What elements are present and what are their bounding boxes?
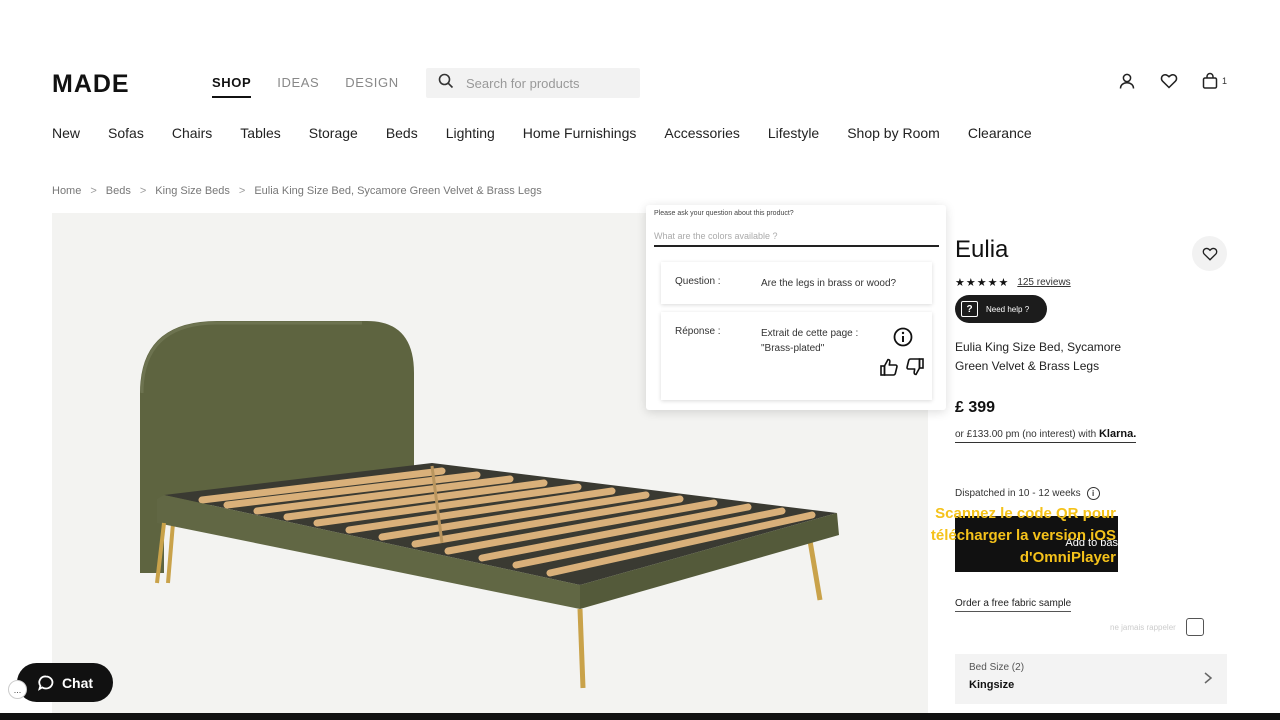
question-mark-icon: ? <box>961 301 978 317</box>
need-help-button[interactable]: ? Need help ? <box>955 295 1047 323</box>
product-title: Eulia <box>955 236 1009 263</box>
account-icon[interactable] <box>1117 71 1137 91</box>
star-rating-icon: ★★★★★ <box>955 277 1010 289</box>
question-label: Question : <box>675 276 721 287</box>
bed-size-value: Kingsize <box>969 679 1015 691</box>
need-help-label: Need help ? <box>986 304 1030 314</box>
category-home-furnishings[interactable]: Home Furnishings <box>523 125 637 141</box>
add-to-wishlist-button[interactable] <box>1192 236 1227 271</box>
category-accessories[interactable]: Accessories <box>664 125 739 141</box>
breadcrumb-king-size-beds[interactable]: King Size Beds <box>155 185 230 197</box>
qa-prompt: Please ask your question about this prod… <box>654 210 794 217</box>
made-logo[interactable]: MADE <box>52 70 130 99</box>
chat-label: Chat <box>61 674 94 691</box>
chevron-right-icon: > <box>90 185 97 197</box>
category-clearance[interactable]: Clearance <box>968 125 1032 141</box>
heart-icon <box>1202 247 1217 261</box>
category-nav: New Sofas Chairs Tables Storage Beds Lig… <box>52 125 1032 141</box>
search-input[interactable] <box>466 75 616 91</box>
question-text: Are the legs in brass or wood? <box>761 278 897 289</box>
category-new[interactable]: New <box>52 125 80 141</box>
wishlist-icon[interactable] <box>1159 71 1179 91</box>
remember-label: ne jamais rappeler <box>1110 622 1176 632</box>
more-dots-icon[interactable]: ... <box>8 680 27 699</box>
remember-toggle: ne jamais rappeler <box>1110 618 1204 636</box>
breadcrumb-home[interactable]: Home <box>52 185 81 197</box>
top-nav-design[interactable]: DESIGN <box>345 75 398 98</box>
top-nav-shop[interactable]: SHOP <box>212 75 252 98</box>
bottom-bar <box>0 713 1280 720</box>
category-shop-by-room[interactable]: Shop by Room <box>847 125 940 141</box>
category-storage[interactable]: Storage <box>309 125 358 141</box>
category-lifestyle[interactable]: Lifestyle <box>768 125 819 141</box>
search-bar[interactable] <box>426 68 640 98</box>
qa-popup: Please ask your question about this prod… <box>646 205 946 410</box>
rating: ★★★★★ 125 reviews <box>955 276 1071 289</box>
breadcrumb-current: Eulia King Size Bed, Sycamore Green Velv… <box>254 185 542 197</box>
product-price: £ 399 <box>955 399 996 416</box>
thumbs-down-icon[interactable] <box>904 356 926 378</box>
header-icons: 1 <box>1117 71 1227 91</box>
top-nav: SHOP IDEAS DESIGN <box>212 75 399 98</box>
answer-text: Extrait de cette page : "Brass-plated" <box>761 328 859 354</box>
category-chairs[interactable]: Chairs <box>172 125 212 141</box>
category-lighting[interactable]: Lighting <box>446 125 495 141</box>
answer-card: Réponse : Extrait de cette page : "Brass… <box>661 312 932 400</box>
info-icon[interactable] <box>892 326 914 348</box>
klarna-text: or £133.00 pm (no interest) with <box>955 429 1097 440</box>
bed-size-label: Bed Size (2) <box>969 662 1025 673</box>
basket-icon[interactable]: 1 <box>1201 71 1227 91</box>
category-beds[interactable]: Beds <box>386 125 418 141</box>
breadcrumb-beds[interactable]: Beds <box>106 185 131 197</box>
klarna-logo: Klarna. <box>1098 428 1137 440</box>
fabric-sample-link[interactable]: Order a free fabric sample <box>955 598 1072 612</box>
search-icon[interactable] <box>438 73 454 94</box>
bed-size-selector[interactable]: Bed Size (2) Kingsize <box>955 654 1227 704</box>
chevron-right-icon <box>1203 671 1213 690</box>
answer-label: Réponse : <box>675 326 721 337</box>
category-sofas[interactable]: Sofas <box>108 125 144 141</box>
info-icon[interactable]: i <box>1086 487 1100 500</box>
question-input[interactable] <box>654 227 939 247</box>
reviews-link[interactable]: 125 reviews <box>1017 277 1070 288</box>
chat-button[interactable]: Chat <box>17 663 113 702</box>
basket-count: 1 <box>1222 76 1228 86</box>
category-tables[interactable]: Tables <box>240 125 280 141</box>
chevron-right-icon: > <box>139 185 147 197</box>
product-description: Eulia King Size Bed, Sycamore Green Velv… <box>955 340 1122 373</box>
thumbs-up-icon[interactable] <box>878 356 900 378</box>
qr-overlay-text: Scannez le code QR pour télécharger la v… <box>930 505 1116 566</box>
klarna-financing[interactable]: or £133.00 pm (no interest) with Klarna. <box>955 428 1137 443</box>
top-nav-ideas[interactable]: IDEAS <box>277 75 319 98</box>
dispatch-text: Dispatched in 10 - 12 weeks <box>955 488 1081 499</box>
remember-checkbox[interactable] <box>1185 618 1204 636</box>
chat-bubble-icon <box>37 675 54 691</box>
question-card: Question : Are the legs in brass or wood… <box>661 262 932 304</box>
breadcrumb: Home > Beds > King Size Beds > Eulia Kin… <box>52 185 542 197</box>
chevron-right-icon: > <box>238 185 246 197</box>
dispatch-info: Dispatched in 10 - 12 weeks i <box>955 487 1100 500</box>
